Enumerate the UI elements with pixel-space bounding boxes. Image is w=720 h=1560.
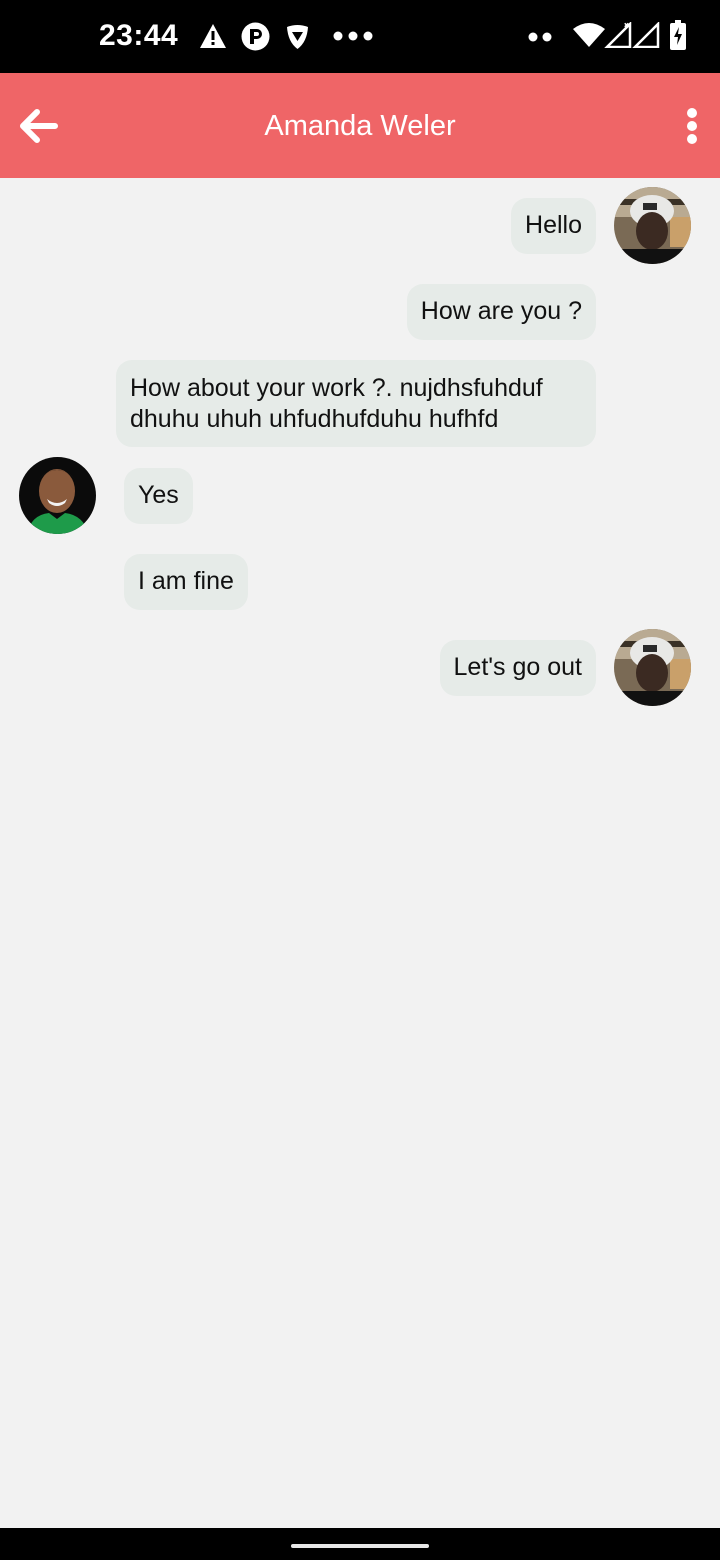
warning-icon (200, 24, 226, 48)
chat-screen: 23:44 Amanda Weler Hello How are you ? H… (0, 0, 720, 1560)
more-vertical-icon (687, 108, 697, 144)
message-bubble-incoming: I am fine (124, 554, 248, 610)
wifi-icon (573, 23, 605, 47)
vpn-shield-icon (287, 25, 308, 49)
sender-avatar (614, 629, 691, 706)
battery-charging-icon (670, 20, 686, 50)
message-text: How about your work ?. nujdhsfuhduf dhuh… (130, 374, 543, 433)
message-bubble-incoming: Yes (124, 468, 193, 524)
dots-icon (528, 32, 552, 42)
message-text: Yes (138, 481, 179, 509)
signal-icon (604, 22, 632, 48)
message-text: Hello (525, 211, 582, 239)
overflow-menu-button[interactable] (672, 100, 712, 152)
contact-name-title: Amanda Weler (264, 110, 456, 142)
home-gesture-handle[interactable] (291, 1544, 429, 1548)
status-time: 23:44 (99, 19, 179, 52)
message-bubble-outgoing: How about your work ?. nujdhsfuhduf dhuh… (116, 360, 596, 447)
status-bar: 23:44 (0, 0, 720, 73)
message-bubble-outgoing: Hello (511, 198, 596, 254)
more-dots-icon (333, 31, 373, 41)
signal-no-data-icon (632, 22, 660, 48)
app-bar: Amanda Weler (0, 73, 720, 178)
message-bubble-outgoing: Let's go out (439, 640, 596, 696)
sender-avatar (614, 187, 691, 264)
arrow-left-icon (20, 109, 58, 143)
message-text: I am fine (138, 567, 234, 595)
app-p-icon (241, 22, 270, 51)
contact-avatar (19, 457, 96, 534)
message-text: How are you ? (420, 297, 582, 325)
back-button[interactable] (10, 100, 66, 152)
system-nav-bar (0, 1528, 720, 1560)
message-text: Let's go out (453, 653, 582, 681)
message-bubble-outgoing: How are you ? (406, 284, 596, 340)
